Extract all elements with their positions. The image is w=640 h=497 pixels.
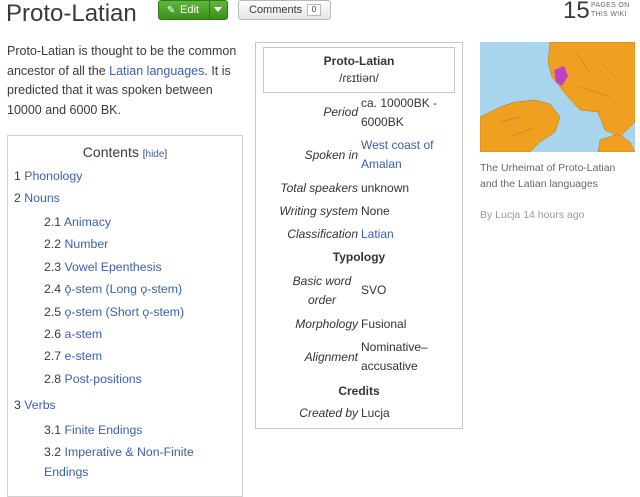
total-speakers-value: unknown (361, 181, 410, 195)
spoken-in-link[interactable]: West coast of Amalan (361, 136, 433, 174)
pages-label-line1: PAGES ON (591, 2, 630, 9)
writing-system-label: Writing system (279, 204, 358, 218)
toc-item-phonology[interactable]: 1 Phonology (14, 167, 82, 186)
toc-item-nouns[interactable]: 2 Nouns (14, 189, 60, 208)
writing-system-value: None (361, 204, 390, 218)
morphology-label: Morphology (295, 317, 358, 331)
comments-count-badge: 0 (307, 4, 321, 16)
toc-item-animacy[interactable]: 2.1 Animacy (44, 213, 111, 232)
urheimat-map-image[interactable] (480, 42, 635, 152)
toc-hide-link[interactable]: hide (146, 149, 165, 160)
comments-button-label: Comments (249, 4, 303, 16)
alignment-label: Alignment (304, 350, 358, 364)
toc-item-imperative-non-finite-cont[interactable]: Endings (44, 463, 88, 482)
pages-label-line2: THIS WIKI (591, 11, 627, 18)
toc-item-short-o-stem[interactable]: 2.5 ǫ-stem (Short ǫ-stem) (44, 303, 184, 322)
page-title: Proto-Latian (6, 0, 137, 27)
spoken-in-label: Spoken in (304, 148, 358, 162)
credits-heading: Credits (338, 384, 380, 398)
edit-button[interactable]: ✎ Edit (158, 0, 228, 20)
created-by-label: Created by (299, 406, 358, 420)
intro-paragraph: Proto-Latian is thought to be the common… (7, 42, 247, 120)
toc-item-a-stem[interactable]: 2.6 a-stem (44, 325, 102, 344)
toc-item-finite-endings[interactable]: 3.1 Finite Endings (44, 421, 142, 440)
alignment-value: Nominative– accusative (361, 340, 428, 373)
toc-item-long-o-stem[interactable]: 2.4 ǭ-stem (Long ǫ-stem) (44, 280, 182, 299)
classification-label: Classification (287, 227, 358, 241)
toc-title-text: Contents (82, 144, 139, 160)
toc-item-imperative-non-finite[interactable]: 3.2 Imperative & Non-Finite (44, 443, 194, 462)
toc-item-e-stem[interactable]: 2.7 e-stem (44, 347, 102, 366)
pages-count: 15 (563, 0, 590, 24)
toc-item-vowel-epenthesis[interactable]: 2.3 Vowel Epenthesis (44, 258, 162, 277)
period-value: ca. 10000BK - 6000BK (361, 96, 438, 129)
toc-item-verbs[interactable]: 3 Verbs (14, 396, 56, 415)
toc-hide-toggle[interactable]: [hide] (143, 149, 167, 160)
map-byline: By Lucja 14 hours ago (480, 209, 585, 221)
pencil-icon: ✎ (166, 4, 176, 16)
table-of-contents: Contents [hide] 1 Phonology 2 Nouns 2.1 … (7, 135, 243, 497)
language-infobox: Proto-Latian /ɾɛɪtiən/ Period ca. 10000B… (255, 42, 463, 429)
toc-title: Contents [hide] (8, 144, 242, 160)
infobox-ipa: /ɾɛɪtiən/ (339, 71, 379, 85)
typology-heading: Typology (332, 250, 386, 264)
map-caption: The Urheimat of Proto-Latian and the Lat… (480, 162, 616, 190)
edit-button-divider (209, 1, 210, 19)
total-speakers-label: Total speakers (280, 181, 358, 195)
infobox-title: Proto-Latian (323, 54, 395, 68)
toc-item-post-positions[interactable]: 2.8 Post-positions (44, 370, 142, 389)
classification-link[interactable]: Latian (361, 225, 394, 244)
created-by-value: Lucja (361, 406, 390, 420)
word-order-value: SVO (361, 283, 387, 297)
morphology-value: Fusional (361, 317, 407, 331)
word-order-label: Basic word order (292, 274, 352, 307)
edit-button-label: Edit (180, 4, 199, 16)
chevron-down-icon[interactable] (214, 7, 222, 12)
latian-languages-link[interactable]: Latian languages (109, 64, 204, 78)
pages-count-label: PAGES ON THIS WIKI (591, 1, 629, 19)
toc-item-number[interactable]: 2.2 Number (44, 235, 108, 254)
infobox-header: Proto-Latian /ɾɛɪtiən/ (263, 47, 455, 93)
period-label: Period (323, 105, 358, 119)
comments-button[interactable]: Comments 0 (238, 0, 331, 20)
